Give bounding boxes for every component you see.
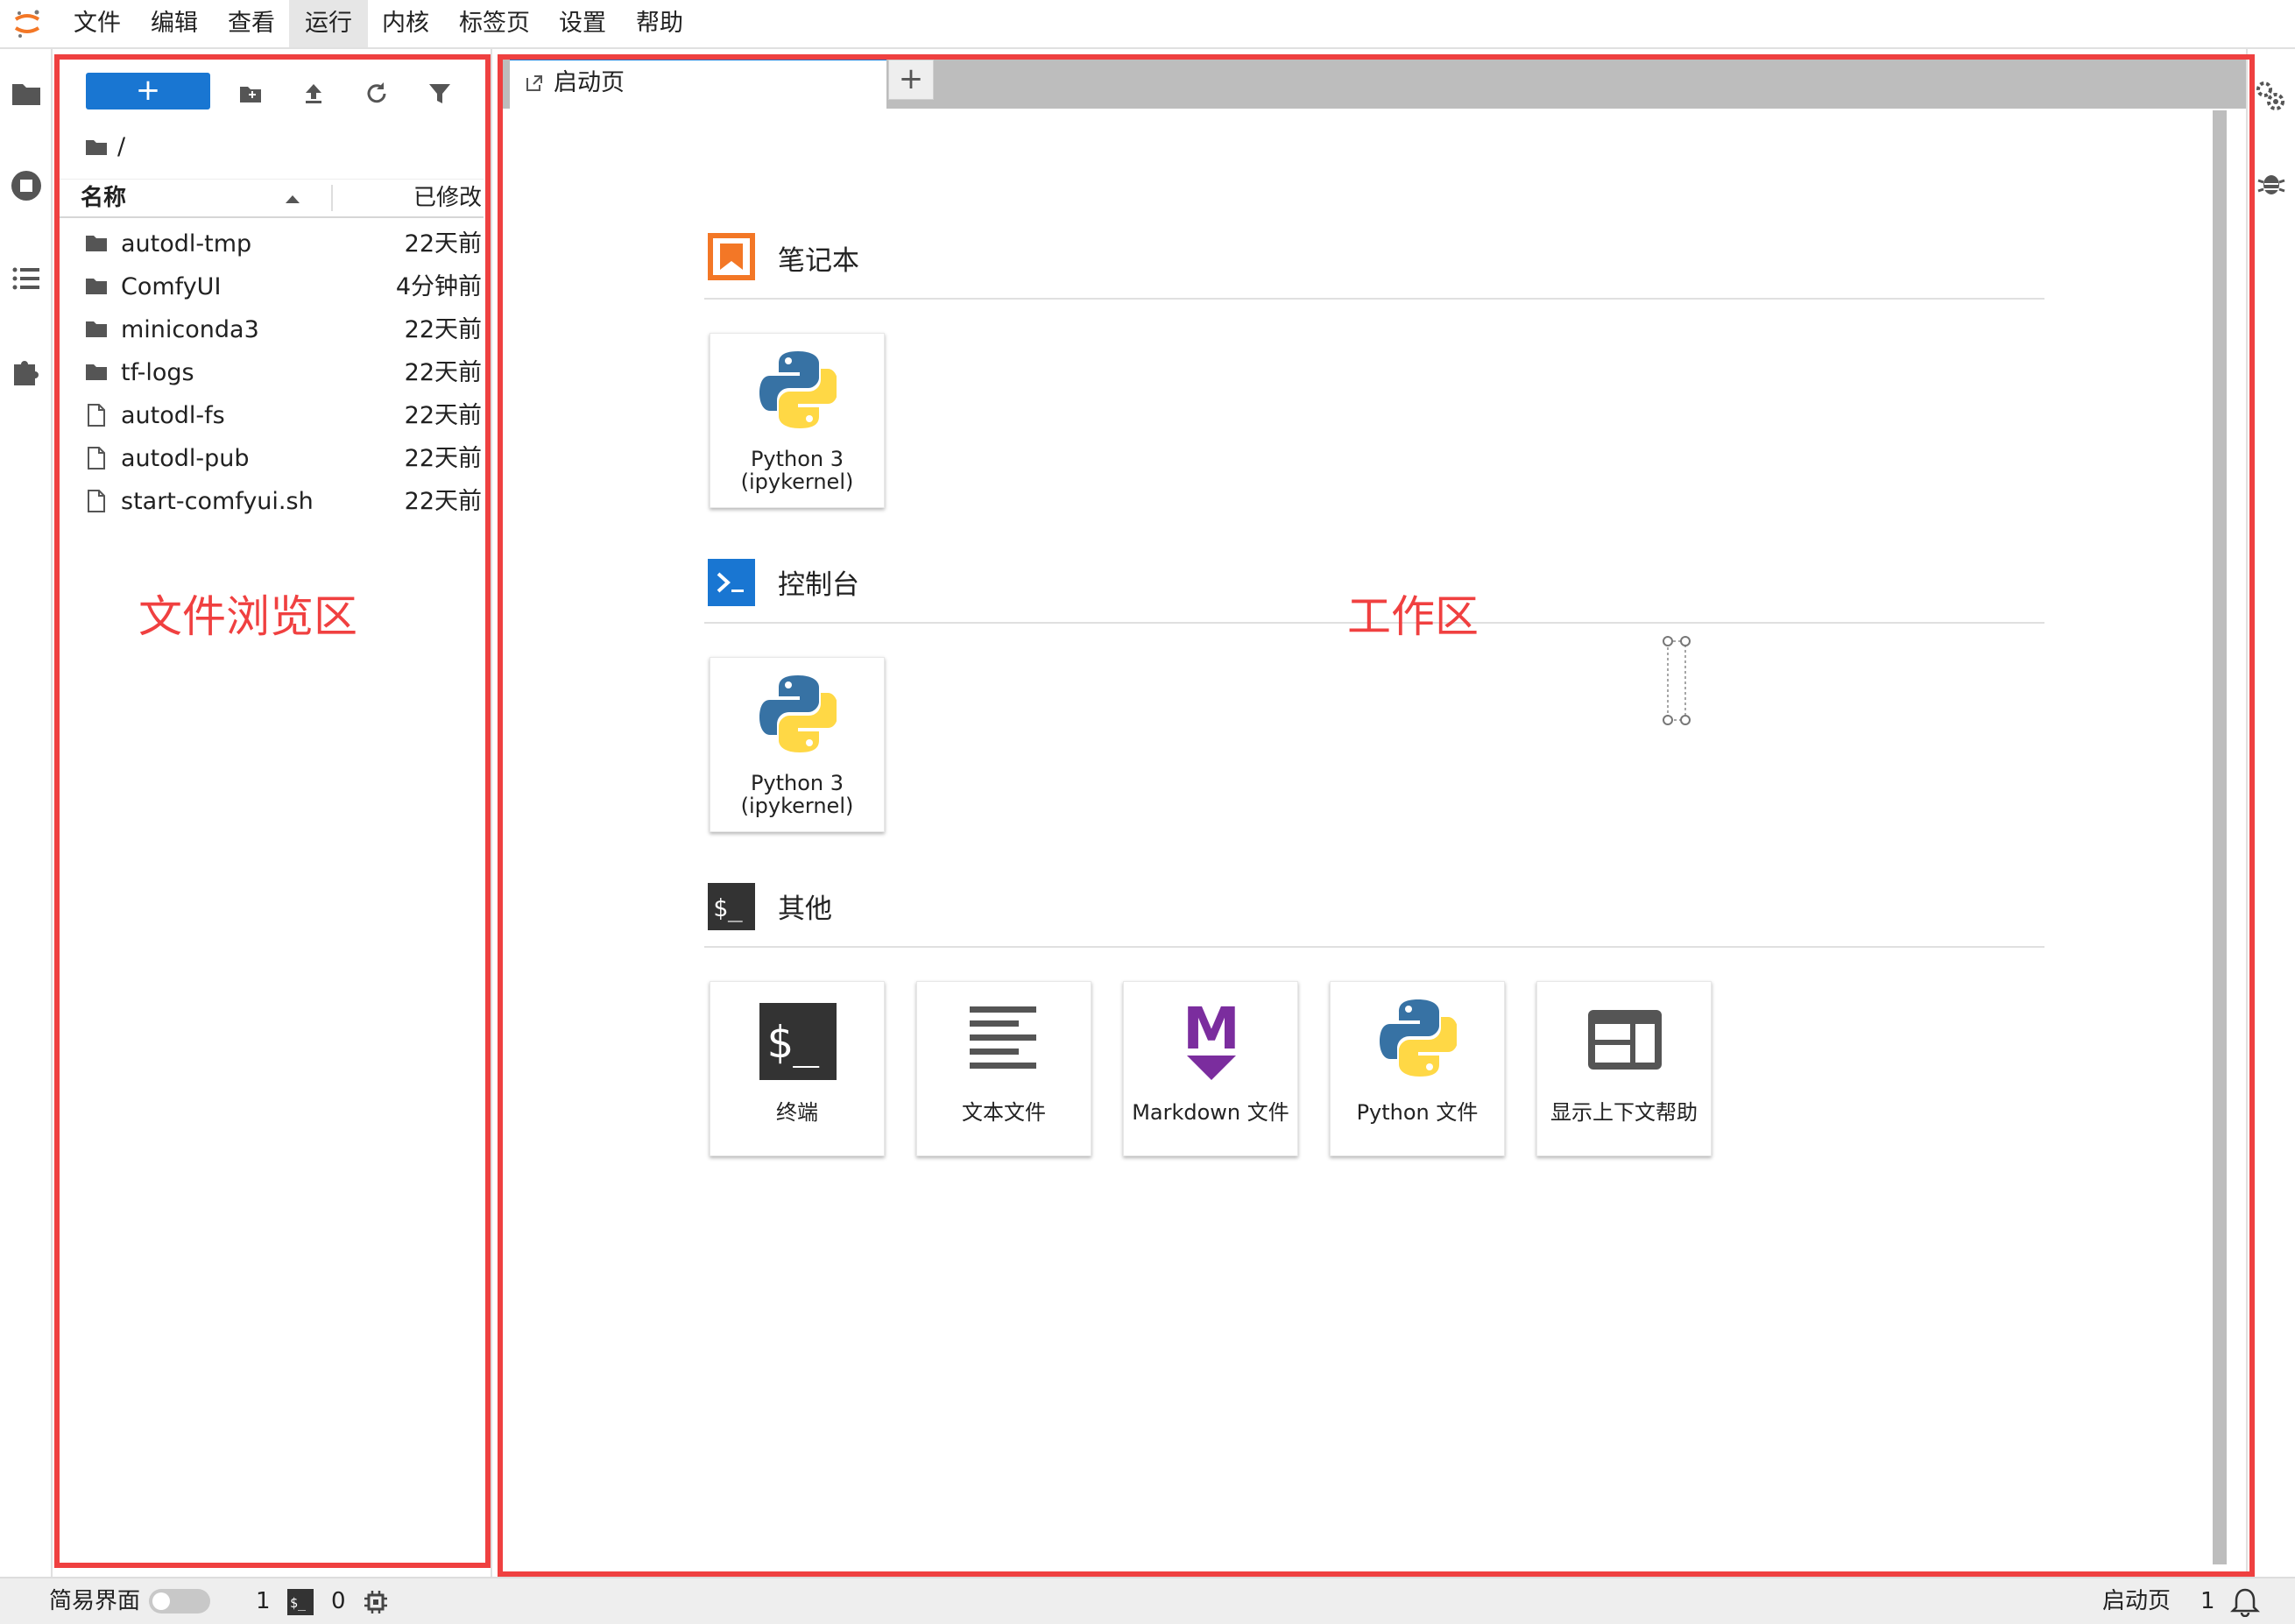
svg-text:$_: $_ [290, 1595, 307, 1611]
left-sidebar-rail [0, 49, 53, 1577]
toggle-knob [152, 1592, 170, 1610]
menu-kernel[interactable]: 内核 [366, 0, 445, 47]
menu-tabs[interactable]: 标签页 [443, 0, 546, 47]
kernels-count[interactable]: 1 [256, 1578, 271, 1624]
debugger-bug-icon[interactable] [2256, 168, 2286, 198]
file-area-highlight-box [54, 54, 491, 1568]
kernel-status-chip-icon[interactable] [363, 1589, 389, 1615]
notification-bell-icon[interactable] [2229, 1587, 2261, 1618]
menu-run[interactable]: 运行 [289, 0, 368, 47]
simple-mode-toggle[interactable] [149, 1589, 210, 1613]
work-area-annotation-label: 工作区 [1347, 591, 1479, 642]
menu-view[interactable]: 查看 [212, 0, 291, 47]
folder-icon[interactable] [7, 75, 46, 114]
jupyter-logo-icon [12, 9, 42, 39]
extension-puzzle-icon[interactable] [7, 352, 46, 391]
status-bar: 简易界面 1 $_ 0 启动页 1 [0, 1577, 2295, 1624]
notification-count[interactable]: 1 [2200, 1578, 2215, 1624]
simple-mode-label: 简易界面 [49, 1588, 141, 1614]
menu-file[interactable]: 文件 [58, 0, 137, 47]
menu-settings[interactable]: 设置 [543, 0, 622, 47]
file-area-annotation-label: 文件浏览区 [138, 591, 357, 642]
work-area-highlight-box [498, 54, 2255, 1577]
menu-help[interactable]: 帮助 [620, 0, 699, 47]
table-of-contents-icon[interactable] [7, 259, 46, 298]
terminal-status-icon[interactable]: $_ [287, 1589, 314, 1615]
property-inspector-gear-icon[interactable] [2253, 79, 2288, 114]
active-tab-status: 启动页 [2102, 1588, 2171, 1614]
menu-bar: 文件 编辑 查看 运行 内核 标签页 设置 帮助 [0, 0, 2295, 49]
menu-edit[interactable]: 编辑 [135, 0, 214, 47]
running-sessions-icon[interactable] [7, 166, 46, 205]
terminals-count[interactable]: 0 [331, 1578, 346, 1624]
